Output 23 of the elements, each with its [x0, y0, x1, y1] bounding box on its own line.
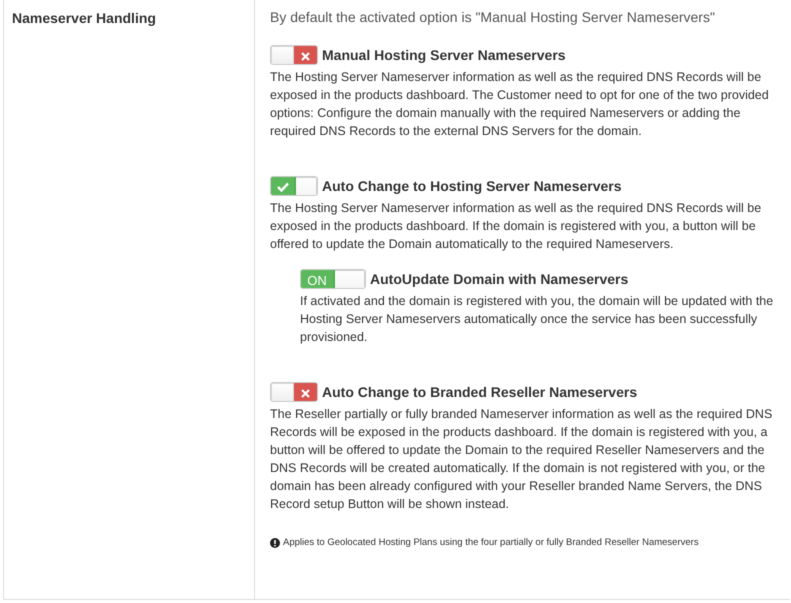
toggle-switch[interactable]: ON — [300, 269, 366, 289]
toggle-switch[interactable] — [270, 382, 318, 402]
toggle-knob[interactable] — [271, 383, 294, 401]
option-title: Manual Hosting Server Nameservers — [322, 47, 566, 63]
alert-icon — [270, 538, 280, 548]
close-icon — [301, 388, 310, 398]
option-title: AutoUpdate Domain with Nameservers — [370, 271, 628, 287]
close-icon — [301, 52, 310, 60]
toggle-knob[interactable] — [294, 177, 317, 195]
option-description: The Hosting Server Nameserver information as well as the required DNS Records will be exposed in the products dashboard. If the domain is registered with you, a button will be offered to update the Domain automatically to the required Nameservers. — [270, 200, 762, 253]
field-label: Nameserver Handling — [12, 10, 156, 26]
option-description: The Hosting Server Nameserver information as well as the required DNS Records will be exposed in the products dashboard. The Customer need to opt for one of the two provided options: Configure the domain manually with the required Nameservers or adding the required DNS Records to the external DNS Servers for the domain. — [270, 69, 770, 140]
option-title: Auto Change to Branded Reseller Nameservers — [322, 384, 638, 400]
option-description: If activated and the domain is registered with you, the domain will be updated with the Hosting Server Nameservers automatically once the service has been successfully provisioned. — [300, 293, 774, 346]
option-description: The Reseller partially or fully branded Nameserver information as well as the required DNS Records will be exposed in the products dashboard. If the domain is registered with you, a button will be offered to update the Domain to the required Reseller Nameservers and the DNS Records will be created automatically. If the domain is not registered with you, or the domain has been already configured with your Reseller branded Name Servers, the DNS Record setup Button will be shown instead. — [270, 406, 774, 513]
check-icon — [276, 182, 288, 192]
option-title: Auto Change to Hosting Server Nameservers — [322, 178, 622, 194]
toggle-knob[interactable] — [271, 46, 294, 64]
intro-text: By default the activated option is "Manual Hosting Server Nameservers" — [270, 9, 716, 25]
toggle-switch[interactable] — [270, 45, 318, 65]
toggle-switch[interactable] — [270, 176, 318, 196]
toggle-knob[interactable] — [333, 270, 365, 288]
note-text: Applies to Geolocated Hosting Plans using the four partially or fully Branded Reseller Nameservers — [283, 537, 699, 548]
